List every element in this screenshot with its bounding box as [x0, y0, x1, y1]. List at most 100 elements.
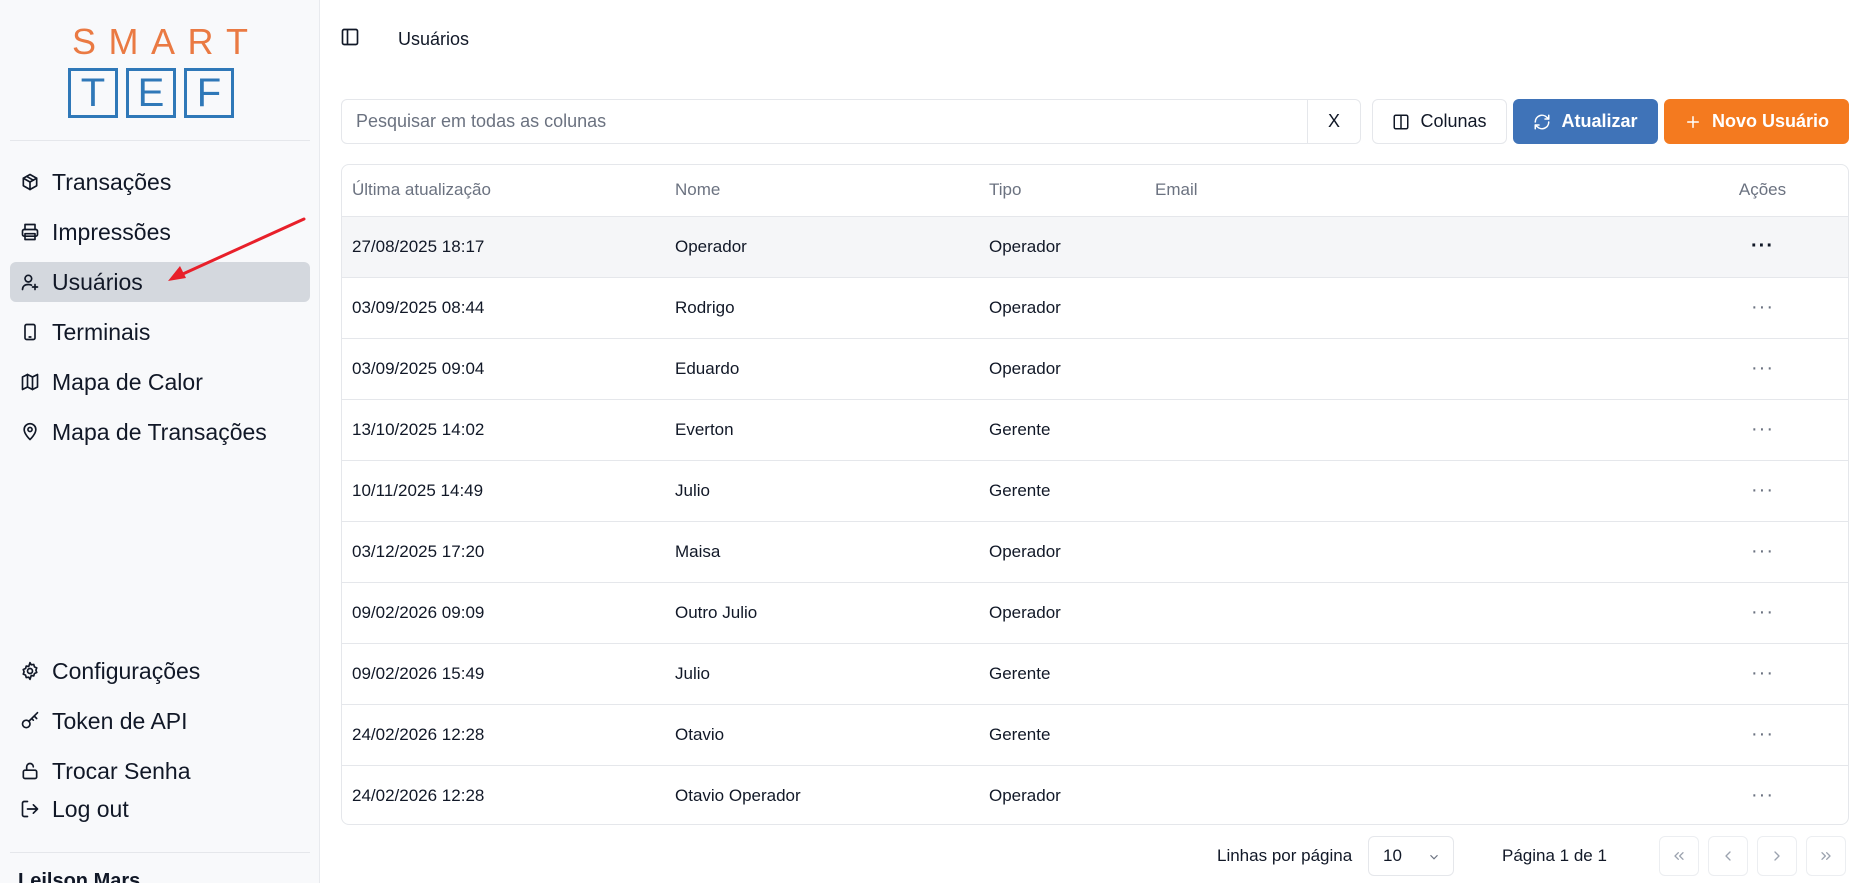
sidebar-bottom-nav: Configurações Token de API Trocar Senha … [10, 651, 310, 839]
pagination: Linhas por página 10 Página 1 de 1 [0, 836, 1866, 878]
gear-icon [20, 661, 40, 681]
sidebar-item-label: Configurações [52, 657, 201, 684]
topbar: Usuários [340, 24, 469, 54]
table-row[interactable]: 27/08/2025 18:17 Operador Operador ··· [342, 216, 1848, 278]
logo-letter: R [187, 21, 214, 62]
more-actions-icon[interactable]: ··· [1751, 724, 1774, 744]
column-header-updated[interactable]: Última atualização [342, 165, 665, 217]
cell-type: Operador [979, 338, 1145, 400]
next-page-button[interactable] [1757, 836, 1797, 876]
chevron-left-icon [1725, 851, 1731, 861]
search-clear-button[interactable]: X [1307, 100, 1360, 143]
table-row[interactable]: 24/02/2026 12:28 Otavio Operador Operador ·… [342, 765, 1848, 824]
logo-letter: A [150, 21, 175, 62]
sidebar-item-transacoes[interactable]: Transações [10, 162, 310, 202]
cell-name: Eduardo [665, 338, 979, 400]
more-actions-icon[interactable]: ··· [1751, 358, 1774, 378]
sidebar-item-token-de-api[interactable]: Token de API [10, 701, 310, 741]
more-actions-icon[interactable]: ··· [1751, 602, 1774, 622]
sidebar-item-label: Usuários [52, 268, 143, 295]
smart-tef-logo[interactable]: S M A R T T E F [68, 24, 252, 120]
cell-type: Operador [989, 785, 1061, 805]
cell-name: Outro Julio [665, 582, 979, 644]
table-row[interactable]: 09/02/2026 09:09 Outro Julio Operador ··· [342, 582, 1848, 644]
sidebar-toggle-icon[interactable] [340, 27, 360, 52]
sidebar-item-mapa-de-calor[interactable]: Mapa de Calor [10, 362, 310, 402]
rows-per-page-select[interactable]: 10 [1368, 836, 1454, 876]
more-actions-icon[interactable]: ··· [1751, 480, 1774, 500]
table-header-row: Última atualização Nome Tipo Email Ações [342, 165, 1848, 217]
cell-name: Operador [665, 216, 979, 278]
table-row[interactable]: 13/10/2025 14:02 Everton Gerente ··· [342, 399, 1848, 461]
sidebar: S M A R T T E F Transações Impressões Us… [0, 0, 320, 883]
cell-email [1145, 521, 1705, 583]
plus-icon [1686, 115, 1699, 128]
logo-box-letter: F [184, 68, 234, 118]
cell-email [1145, 643, 1705, 705]
more-actions-icon[interactable]: ··· [1751, 663, 1774, 683]
chevron-right-icon [1774, 851, 1780, 861]
cell-updated: 13/10/2025 14:02 [342, 399, 665, 461]
cell-email [1145, 338, 1705, 400]
last-page-button[interactable] [1806, 836, 1846, 876]
columns-button[interactable]: Colunas [1372, 99, 1507, 144]
table-row[interactable]: 24/02/2026 12:28 Otavio Gerente ··· [342, 704, 1848, 766]
sidebar-item-usuarios[interactable]: Usuários [10, 262, 310, 302]
table-row[interactable]: 10/11/2025 14:49 Julio Gerente ··· [342, 460, 1848, 522]
cell-email [1145, 460, 1705, 522]
sidebar-item-mapa-de-transacoes[interactable]: Mapa de Transações [10, 412, 310, 452]
first-page-button[interactable] [1659, 836, 1699, 876]
logo-letter: S [72, 21, 97, 62]
table-row[interactable]: 03/12/2025 17:20 Maisa Operador ··· [342, 521, 1848, 583]
cell-type: Gerente [979, 704, 1145, 766]
sidebar-item-trocar-senha[interactable]: Trocar Senha [10, 751, 310, 791]
more-actions-icon[interactable]: ··· [1751, 236, 1774, 256]
cell-type: Gerente [979, 643, 1145, 705]
cell-updated: 27/08/2025 18:17 [342, 216, 665, 278]
more-actions-icon[interactable]: ··· [1751, 541, 1774, 561]
sidebar-item-log-out[interactable]: Log out [10, 789, 310, 829]
new-user-button-label: Novo Usuário [1711, 111, 1830, 131]
column-header-actions: Ações [1705, 165, 1848, 217]
cell-actions: ··· [1705, 277, 1848, 339]
sidebar-item-label: Trocar Senha [52, 757, 191, 784]
logout-icon [20, 799, 40, 819]
cell-actions: ··· [1705, 338, 1848, 400]
more-actions-icon[interactable]: ··· [1751, 297, 1774, 317]
cell-name: Otavio [665, 704, 979, 766]
column-header-type[interactable]: Tipo [979, 165, 1145, 217]
cell-email [1145, 216, 1705, 278]
more-actions-icon[interactable]: ··· [1751, 419, 1774, 439]
cell-type: Operador [979, 277, 1145, 339]
cell-updated: 09/02/2026 15:49 [342, 643, 665, 705]
previous-page-button[interactable] [1708, 836, 1748, 876]
logo-box-letter: E [126, 68, 176, 118]
column-header-email[interactable]: Email [1145, 165, 1705, 217]
more-actions-icon[interactable]: ··· [1751, 785, 1774, 805]
logo-letter: M [108, 21, 139, 62]
chevrons-right-icon [1821, 852, 1831, 860]
search-input[interactable] [342, 100, 1307, 143]
sidebar-item-impressoes[interactable]: Impressões [10, 212, 310, 252]
refresh-icon [1534, 114, 1550, 129]
cell-updated: 24/02/2026 12:28 [342, 704, 665, 766]
sidebar-item-terminais[interactable]: Terminais [10, 312, 310, 352]
sidebar-item-label: Transações [52, 168, 172, 195]
table-row[interactable]: 03/09/2025 09:04 Eduardo Operador ··· [342, 338, 1848, 400]
cell-actions: ··· [1705, 216, 1848, 278]
cell-actions: ··· [1705, 643, 1848, 705]
column-header-name[interactable]: Nome [665, 165, 979, 217]
new-user-button[interactable]: Novo Usuário [1664, 99, 1849, 144]
logo-top-word: S M A R T [72, 24, 248, 60]
table-row[interactable]: 09/02/2026 15:49 Julio Gerente ··· [342, 643, 1848, 705]
cell-type: Operador [979, 521, 1145, 583]
cell-actions: ··· [1705, 460, 1848, 522]
rows-per-page-value: 10 [1383, 846, 1402, 865]
map-icon [20, 372, 40, 392]
cell-name: Everton [665, 399, 979, 461]
cell-type: Gerente [979, 460, 1145, 522]
table-row[interactable]: 03/09/2025 08:44 Rodrigo Operador ··· [342, 277, 1848, 339]
cell-type: Operador [979, 216, 1145, 278]
sidebar-item-configuracoes[interactable]: Configurações [10, 651, 310, 691]
refresh-button[interactable]: Atualizar [1513, 99, 1658, 144]
